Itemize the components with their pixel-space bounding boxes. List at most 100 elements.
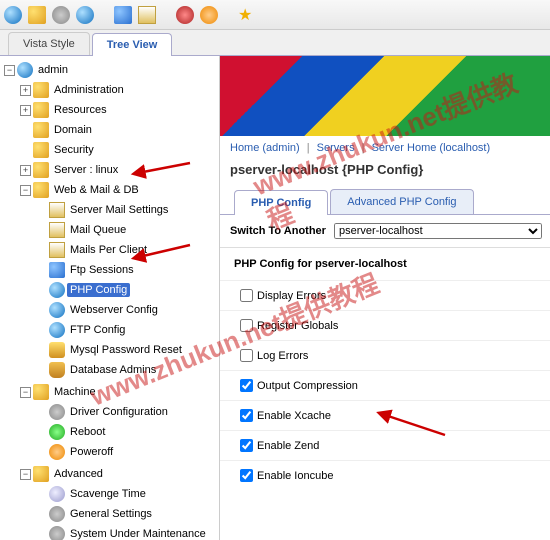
tree-item-poweroff[interactable]: Poweroff [67,445,116,459]
breadcrumb-server-home[interactable]: Server Home (localhost) [372,142,491,154]
toolbar-icon[interactable] [176,6,194,24]
collapse-icon[interactable]: − [20,387,31,398]
mail-icon [49,202,65,218]
folder-icon [33,122,49,138]
option-display-errors: Display Errors [220,280,550,310]
expand-icon[interactable]: + [20,165,31,176]
option-enable-zend: Enable Zend [220,430,550,460]
tree-root-admin[interactable]: admin [35,63,71,77]
tree-item-security[interactable]: Security [51,143,97,157]
folder-icon [33,142,49,158]
separator-icon: | [307,142,310,154]
tree-item-ftp-sessions[interactable]: Ftp Sessions [67,263,137,277]
option-label: Enable Ioncube [257,470,333,482]
tree-item-server[interactable]: Server : linux [51,163,121,177]
gear-icon [49,526,65,540]
tree-item-reboot[interactable]: Reboot [67,425,108,439]
collapse-icon[interactable]: − [20,185,31,196]
navigation-tree: − admin + Administration + Resources Domai… [0,56,220,540]
mail-icon [49,222,65,238]
checkbox-log-errors[interactable] [240,349,253,362]
tree-item-php-config[interactable]: PHP Config [67,283,130,297]
collapse-icon[interactable]: − [20,469,31,480]
folder-icon [33,182,49,198]
clock-icon [49,486,65,502]
expand-icon[interactable]: + [20,105,31,116]
option-log-errors: Log Errors [220,340,550,370]
file-icon [49,262,65,278]
tab-advanced-php-config[interactable]: Advanced PHP Config [330,189,473,214]
tree-item-resources[interactable]: Resources [51,103,110,117]
option-label: Display Errors [257,290,326,302]
tree-item-maintenance[interactable]: System Under Maintenance [67,527,209,540]
switch-server-select[interactable]: pserver-localhost [334,223,542,239]
option-enable-ioncube: Enable Ioncube [220,460,550,490]
tree-item-ftp-config[interactable]: FTP Config [67,323,128,337]
option-label: Register Globals [257,320,338,332]
globe-icon [49,322,65,338]
tree-item-server-mail[interactable]: Server Mail Settings [67,203,171,217]
toolbar-icon[interactable] [52,6,70,24]
toolbar-icon[interactable] [200,6,218,24]
header-banner [220,56,550,136]
config-tabs: PHP Config Advanced PHP Config [220,189,550,215]
tree-item-mails-per-client[interactable]: Mails Per Client [67,243,150,257]
tree-item-db-admins[interactable]: Database Admins [67,363,159,377]
switch-server-row: Switch To Another pserver-localhost [220,215,550,248]
page-title: pserver-localhost {PHP Config} [220,160,550,185]
option-label: Enable Xcache [257,410,331,422]
tree-item-mail-queue[interactable]: Mail Queue [67,223,129,237]
folder-icon [33,466,49,482]
power-icon [49,444,65,460]
tree-item-domain[interactable]: Domain [51,123,95,137]
option-register-globals: Register Globals [220,310,550,340]
toolbar-icon[interactable] [4,6,22,24]
checkbox-enable-xcache[interactable] [240,409,253,422]
breadcrumb: Home (admin) | Servers | Server Home (lo… [220,136,550,160]
tab-php-config[interactable]: PHP Config [234,190,328,215]
expand-icon[interactable]: + [20,85,31,96]
option-label: Log Errors [257,350,308,362]
reboot-icon [49,424,65,440]
switch-label: Switch To Another [222,225,334,237]
globe-icon [49,282,65,298]
gear-icon [49,506,65,522]
toolbar-icon[interactable] [114,6,132,24]
section-title: PHP Config for pserver-localhost [220,248,550,280]
tree-item-driver[interactable]: Driver Configuration [67,405,171,419]
globe-icon [49,302,65,318]
tree-item-mysql-pw[interactable]: Mysql Password Reset [67,343,185,357]
tree-item-advanced[interactable]: Advanced [51,467,106,481]
separator-icon: | [362,142,365,154]
toolbar-icon[interactable] [138,6,156,24]
star-icon[interactable]: ★ [238,5,252,25]
option-output-compression: Output Compression [220,370,550,400]
collapse-icon[interactable]: − [4,65,15,76]
checkbox-output-compression[interactable] [240,379,253,392]
option-label: Enable Zend [257,440,319,452]
breadcrumb-home[interactable]: Home (admin) [230,142,300,154]
folder-icon [33,384,49,400]
view-tabs: Vista Style Tree View [0,30,550,56]
checkbox-display-errors[interactable] [240,289,253,302]
checkbox-enable-ioncube[interactable] [240,469,253,482]
tab-vista-style[interactable]: Vista Style [8,32,90,55]
folder-icon [33,102,49,118]
folder-icon [33,162,49,178]
checkbox-enable-zend[interactable] [240,439,253,452]
database-icon [49,362,65,378]
tab-tree-view[interactable]: Tree View [92,33,173,56]
option-enable-xcache: Enable Xcache [220,400,550,430]
tree-item-machine[interactable]: Machine [51,385,99,399]
breadcrumb-servers[interactable]: Servers [317,142,355,154]
toolbar-icon[interactable] [76,6,94,24]
tree-item-webserver-config[interactable]: Webserver Config [67,303,161,317]
tree-item-general[interactable]: General Settings [67,507,155,521]
tree-item-administration[interactable]: Administration [51,83,127,97]
folder-icon [33,82,49,98]
tree-item-scavenge[interactable]: Scavenge Time [67,487,149,501]
checkbox-register-globals[interactable] [240,319,253,332]
toolbar-icon[interactable] [28,6,46,24]
tree-item-webmaildb[interactable]: Web & Mail & DB [51,183,142,197]
gear-icon [49,404,65,420]
